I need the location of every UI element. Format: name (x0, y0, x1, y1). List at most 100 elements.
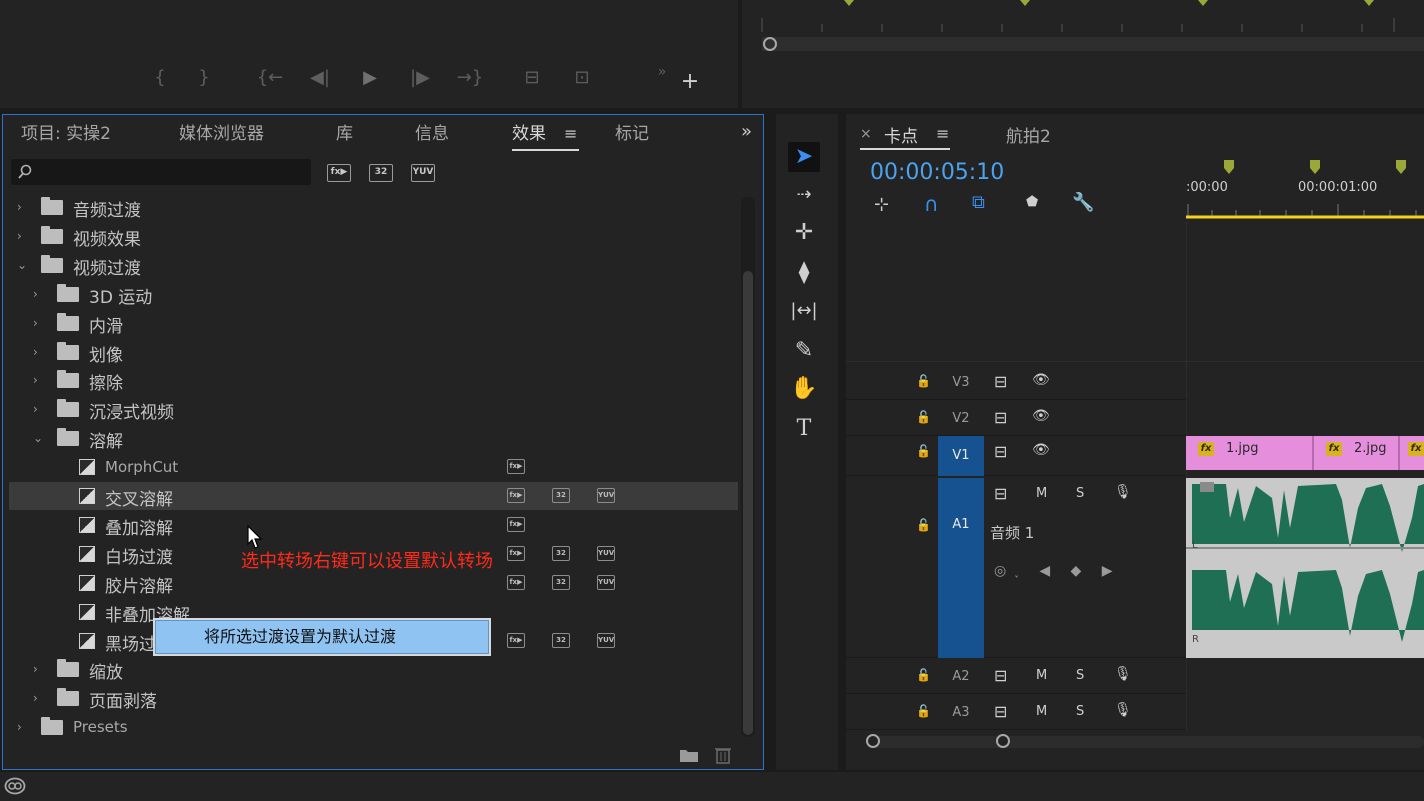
go-to-in-button[interactable]: {← (256, 62, 284, 94)
track-target-toggle[interactable]: V1 (938, 436, 984, 476)
lock-icon[interactable]: 🔓 (916, 518, 931, 532)
chevron-right-icon[interactable]: › (17, 200, 29, 214)
creative-cloud-icon[interactable] (4, 777, 26, 795)
play-icon[interactable]: ▶ (356, 62, 384, 94)
tab-sequence-aerial[interactable]: 航拍2 (1006, 122, 1051, 147)
tab-project[interactable]: 项目: 实操2 (21, 123, 111, 151)
eye-icon[interactable]: 👁 (1032, 442, 1050, 458)
sync-lock-icon[interactable]: ⊟ (994, 442, 1007, 461)
hand-tool-icon[interactable]: ✋ (788, 374, 820, 404)
chevron-right-icon[interactable]: › (17, 229, 29, 243)
time-ruler[interactable]: :00:00 00:00:01:00 (1186, 154, 1424, 220)
track-select-tool-icon[interactable]: ⇢ (788, 180, 820, 210)
clip-3-partial[interactable]: fx (1400, 436, 1424, 470)
eye-icon[interactable]: 👁 (1032, 372, 1050, 388)
accelerated-effects-filter-icon[interactable]: fx▶ (327, 164, 351, 182)
timeline-menu-icon[interactable]: ≡ (936, 124, 949, 143)
chevron-right-icon[interactable]: › (33, 662, 45, 676)
go-to-out-button[interactable]: →} (456, 62, 484, 94)
tab-libraries[interactable]: 库 (336, 123, 353, 151)
insert-button[interactable]: ⊟ (518, 62, 546, 94)
lock-icon[interactable]: 🔓 (916, 444, 931, 458)
timeline-settings-wrench-icon[interactable]: 🔧 (1072, 192, 1094, 213)
audio-clip[interactable]: L R (1186, 478, 1424, 658)
chevron-right-icon[interactable]: › (33, 287, 45, 301)
chevron-right-icon[interactable]: › (33, 402, 45, 416)
keyframe-navigation-icons[interactable]: ◎˯ ◀ ◆ ▶ (994, 562, 1121, 579)
track-target-toggle[interactable]: V2 (938, 402, 984, 436)
pen-tool-icon[interactable]: ✎ (788, 336, 820, 366)
chevron-down-icon[interactable]: ⌄ (33, 431, 45, 445)
microphone-icon[interactable]: 🎙 (1114, 484, 1132, 500)
slip-tool-icon[interactable]: |↔| (788, 296, 820, 326)
new-bin-icon[interactable] (679, 747, 699, 763)
zoom-handle-left[interactable] (866, 734, 880, 748)
mark-out-button[interactable]: } (190, 62, 218, 94)
effects-search-input[interactable] (11, 159, 311, 185)
32bit-filter-badge[interactable]: 32 (369, 164, 393, 182)
mute-button[interactable]: M (1036, 486, 1047, 501)
chevron-right-icon[interactable]: › (33, 373, 45, 387)
folder-item[interactable]: › 音频过渡 (9, 193, 738, 221)
chevron-down-icon[interactable]: ⌄ (17, 258, 29, 272)
yuv-filter-badge[interactable]: YUV (411, 164, 435, 182)
folder-item[interactable]: ⌄ 视频过渡 (9, 251, 738, 279)
clip-1[interactable]: fx 1.jpg (1186, 436, 1314, 470)
set-default-transition-menu-item[interactable]: 将所选过渡设置为默认过渡 (155, 620, 489, 654)
lock-icon[interactable]: 🔓 (916, 704, 931, 718)
more-tabs-icon[interactable]: » (741, 121, 752, 149)
selection-tool-icon[interactable]: ➤ (788, 142, 820, 172)
chevron-right-icon[interactable]: › (17, 720, 29, 734)
sync-lock-icon[interactable]: ⊟ (994, 702, 1007, 721)
panel-menu-icon[interactable]: ≡ (564, 123, 577, 145)
lock-icon[interactable]: 🔓 (916, 668, 931, 682)
overwrite-button[interactable]: ⊡ (568, 62, 596, 94)
step-back-button[interactable]: ◀| (306, 62, 334, 94)
effect-item[interactable]: 交叉溶解 fx▶ 32 YUV (9, 482, 738, 510)
tab-effects[interactable]: 效果 ≡ (512, 123, 579, 151)
effect-item[interactable]: 叠加溶解 fx▶ (9, 511, 738, 539)
folder-item[interactable]: › 3D 运动 (9, 280, 738, 308)
close-tab-icon[interactable]: × (860, 126, 872, 142)
folder-item[interactable]: › 划像 (9, 338, 738, 366)
snap-magnet-icon[interactable]: ∩ (924, 192, 939, 216)
track-target-toggle[interactable]: A1 (938, 478, 984, 658)
step-forward-button[interactable]: |▶ (406, 62, 434, 94)
sync-lock-icon[interactable]: ⊟ (994, 666, 1007, 685)
effects-scroll-thumb[interactable] (743, 271, 753, 735)
linked-selection-icon[interactable]: ⧉ (972, 192, 985, 213)
more-controls-icon[interactable]: » (648, 56, 676, 88)
lock-icon[interactable]: 🔓 (916, 374, 931, 388)
add-marker-icon[interactable]: ⬟ (1026, 194, 1038, 210)
solo-button[interactable]: S (1076, 668, 1084, 683)
folder-item[interactable]: › Presets (9, 713, 738, 741)
track-target-toggle[interactable]: A2 (938, 660, 984, 694)
solo-button[interactable]: S (1076, 704, 1084, 719)
tab-media-browser[interactable]: 媒体浏览器 (179, 123, 264, 151)
add-button-icon[interactable]: + (676, 66, 704, 98)
program-ruler[interactable] (742, 0, 1424, 108)
tab-info[interactable]: 信息 (415, 123, 449, 151)
folder-item[interactable]: › 内滑 (9, 309, 738, 337)
chevron-right-icon[interactable]: › (33, 316, 45, 330)
mute-button[interactable]: M (1036, 668, 1047, 683)
chevron-right-icon[interactable]: › (33, 345, 45, 359)
razor-tool-icon[interactable]: ⧫ (788, 258, 820, 288)
folder-item[interactable]: › 视频效果 (9, 222, 738, 250)
sync-lock-icon[interactable]: ⊟ (994, 372, 1007, 391)
mark-in-button[interactable]: { (146, 62, 174, 94)
tab-markers[interactable]: 标记 (615, 123, 649, 151)
folder-item[interactable]: › 缩放 (9, 655, 738, 683)
clip-2[interactable]: fx 2.jpg (1314, 436, 1400, 470)
delete-icon[interactable] (715, 746, 731, 764)
nest-toggle-icon[interactable]: ⊹ (874, 194, 889, 215)
track-target-toggle[interactable]: V3 (938, 366, 984, 400)
sync-lock-icon[interactable]: ⊟ (994, 408, 1007, 427)
microphone-icon[interactable]: 🎙 (1114, 702, 1132, 718)
chevron-right-icon[interactable]: › (33, 691, 45, 705)
mute-button[interactable]: M (1036, 704, 1047, 719)
folder-item[interactable]: › 沉浸式视频 (9, 395, 738, 423)
type-tool-icon[interactable]: T (788, 414, 820, 444)
ripple-edit-tool-icon[interactable]: ✛ (788, 218, 820, 248)
folder-item[interactable]: › 页面剥落 (9, 684, 738, 712)
